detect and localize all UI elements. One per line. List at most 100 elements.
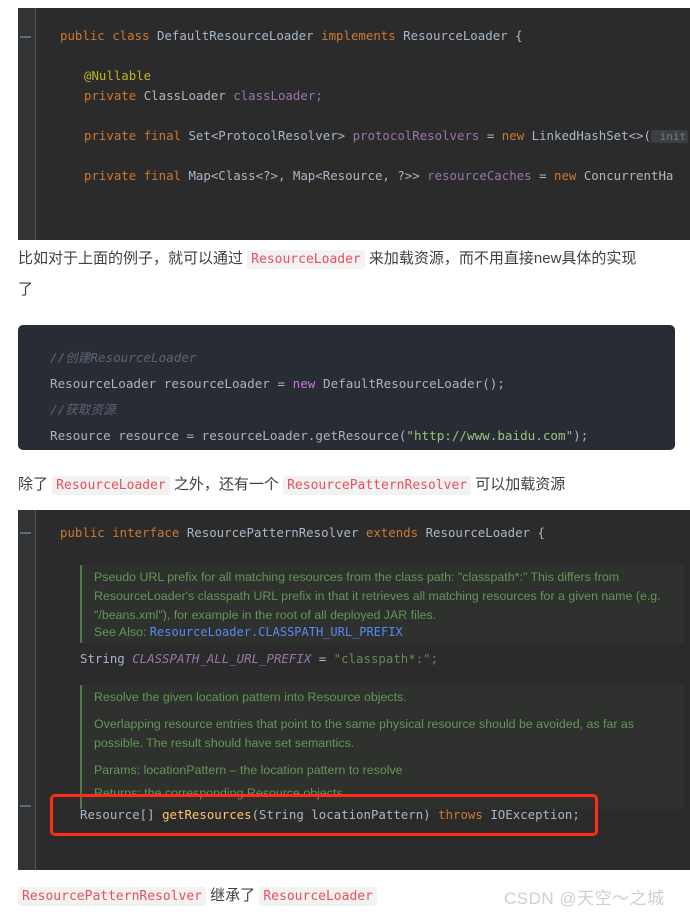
code-token: ClassLoader [143, 88, 234, 103]
code-token: ); [573, 428, 589, 443]
inline-code-resource-pattern-resolver-2: ResourcePatternResolver [18, 887, 207, 906]
javadoc-see-also: See Also: ResourceLoader.CLASSPATH_URL_P… [94, 623, 678, 642]
javadoc-resolve-desc: Resolve the given location pattern into … [94, 690, 407, 704]
paragraph-1-line2: 了 [18, 281, 34, 298]
code-token: = [539, 168, 554, 183]
see-also-link[interactable]: ResourceLoader.CLASSPATH_URL_PREFIX [150, 625, 403, 639]
code-line: public class DefaultResourceLoader imple… [36, 26, 690, 46]
caret-marker-2 [20, 532, 31, 534]
csdn-watermark: CSDN @天空～之城 [504, 889, 665, 908]
code-token: getResources [162, 807, 252, 822]
see-also-label: See Also: [94, 625, 150, 639]
editor-code-area-2: public interface ResourcePatternResolver… [36, 510, 690, 870]
code-line: private final Set<ProtocolResolver> prot… [36, 126, 690, 146]
code-line: //创建ResourceLoader [50, 345, 665, 371]
code-token: "classpath*:"; [333, 651, 439, 666]
inline-code-resource-pattern-resolver: ResourcePatternResolver [283, 476, 472, 495]
code-token: Set<ProtocolResolver> [188, 128, 353, 143]
code-token: DefaultResourceLoader [156, 28, 322, 43]
code-token: = [318, 651, 334, 666]
paragraph-1-middle: 来加载资源，而不用直接new具体的实现 [364, 250, 637, 267]
code-token: init [650, 130, 689, 143]
code-line: @Nullable [36, 66, 690, 86]
editor-gutter-2 [18, 510, 36, 870]
paragraph-2-middle: 之外，还有一个 [169, 476, 284, 493]
code-line: private final Map<Class<?>, Map<Resource… [36, 166, 690, 186]
code-token: throws [438, 807, 491, 822]
code-token: ResourceLoader resourceLoader = [50, 376, 293, 391]
paragraph-2-prefix: 除了 [18, 476, 53, 493]
constant-declaration-line: String CLASSPATH_ALL_URL_PREFIX = "class… [36, 649, 690, 669]
code-token: Map<Resource, [292, 168, 398, 183]
code-token: //获取资源 [50, 402, 116, 417]
inline-code-resource-loader-3: ResourceLoader [259, 887, 377, 906]
code-token: Map<Class<?>, [188, 168, 293, 183]
code-block-default-resource-loader: public class DefaultResourceLoader imple… [18, 8, 690, 240]
code-token: implements [321, 28, 404, 43]
javadoc-text-2: Resolve the given location pattern into … [94, 688, 678, 809]
code-token: private [84, 88, 144, 103]
code-token: public [60, 28, 113, 43]
paragraph-3-middle: 继承了 [206, 887, 260, 904]
code-token: (String locationPattern) [251, 807, 439, 822]
code-block-resource-pattern-resolver: public interface ResourcePatternResolver… [18, 510, 690, 870]
code-token: new [292, 376, 323, 391]
closing-brace-line: } [36, 846, 690, 870]
code-block-2-lines: //创建ResourceLoader ResourceLoader resourc… [18, 325, 675, 450]
caret-marker [20, 36, 31, 38]
method-signature-line: Resource[] getResources(String locationP… [36, 805, 690, 825]
code-token: class [112, 28, 157, 43]
code-token: new [501, 128, 532, 143]
code-token: interface [112, 525, 187, 540]
code-token: //创建ResourceLoader [50, 350, 197, 365]
code-token: ResourcePatternResolver [186, 525, 366, 540]
javadoc-para-1: Pseudo URL prefix for all matching resou… [94, 570, 661, 622]
code-token: new [554, 168, 584, 183]
code-line: //获取资源 [50, 397, 665, 423]
editor-gutter [18, 8, 36, 240]
code-token: String [80, 651, 133, 666]
editor-code-area: public class DefaultResourceLoader imple… [36, 8, 690, 240]
code-token: ResourceLoader { [403, 28, 523, 43]
code-token: final [143, 128, 189, 143]
code-token: CLASSPATH_ALL_URL_PREFIX [132, 651, 319, 666]
code-token: Resource[] [80, 807, 163, 822]
code-line: private ClassLoader classLoader; [36, 86, 690, 106]
paragraph-resource-loader-usage: 比如对于上面的例子，就可以通过 ResourceLoader 来加载资源，而不用… [18, 244, 678, 305]
javadoc-params: Params: locationPattern – the location p… [94, 761, 678, 780]
closing-brace: } [96, 868, 103, 870]
code-token: = [486, 128, 502, 143]
paragraph-inheritance-note: ResourcePatternResolver 继承了 ResourceLoad… [18, 881, 448, 912]
code-token: @Nullable [84, 68, 152, 83]
code-line: ResourceLoader resourceLoader = new Defa… [50, 371, 665, 397]
javadoc-see-also-row: See Also: ResourceLoader.CLASSPATH_URL_P… [80, 621, 684, 643]
javadoc-accent-bar-3 [80, 685, 82, 809]
params-text: locationPattern – the location pattern t… [140, 763, 403, 777]
javadoc-block-get-resources: Resolve the given location pattern into … [80, 685, 684, 809]
code-token: final [143, 168, 189, 183]
javadoc-overlapping-desc: Overlapping resource entries that point … [94, 717, 634, 750]
code-token: LinkedHashSet<>( [531, 128, 651, 143]
returns-text: the corresponding Resource objects [140, 786, 343, 800]
code-token: extends [365, 525, 426, 540]
code-token: ?>> [397, 168, 428, 183]
returns-label: Returns: [94, 786, 141, 800]
javadoc-returns: Returns: the corresponding Resource obje… [94, 784, 678, 803]
code-block-resource-loader-example: //创建ResourceLoader ResourceLoader resourc… [18, 325, 675, 450]
inline-code-resource-loader-2: ResourceLoader [52, 476, 170, 495]
code-token: ConcurrentHa [583, 168, 674, 183]
paragraph-resource-pattern-resolver-intro: 除了 ResourceLoader 之外，还有一个 ResourcePatter… [18, 470, 678, 501]
code-token: private [84, 128, 144, 143]
code-token: DefaultResourceLoader(); [322, 376, 505, 391]
javadoc-accent-bar-2 [80, 621, 82, 643]
code-token: resourceCaches [427, 168, 540, 183]
interface-declaration-line: public interface ResourcePatternResolver… [36, 523, 690, 543]
code-token: public [60, 525, 113, 540]
params-label: Params: [94, 763, 141, 777]
caret-marker-3 [20, 805, 31, 807]
paragraph-2-suffix: 可以加载资源 [471, 476, 566, 493]
code-token: private [84, 168, 144, 183]
inline-code-resource-loader: ResourceLoader [247, 250, 365, 269]
code-token: "http://www.baidu.com" [406, 428, 574, 443]
code-line: Resource resource = resourceLoader.getRe… [50, 423, 665, 449]
